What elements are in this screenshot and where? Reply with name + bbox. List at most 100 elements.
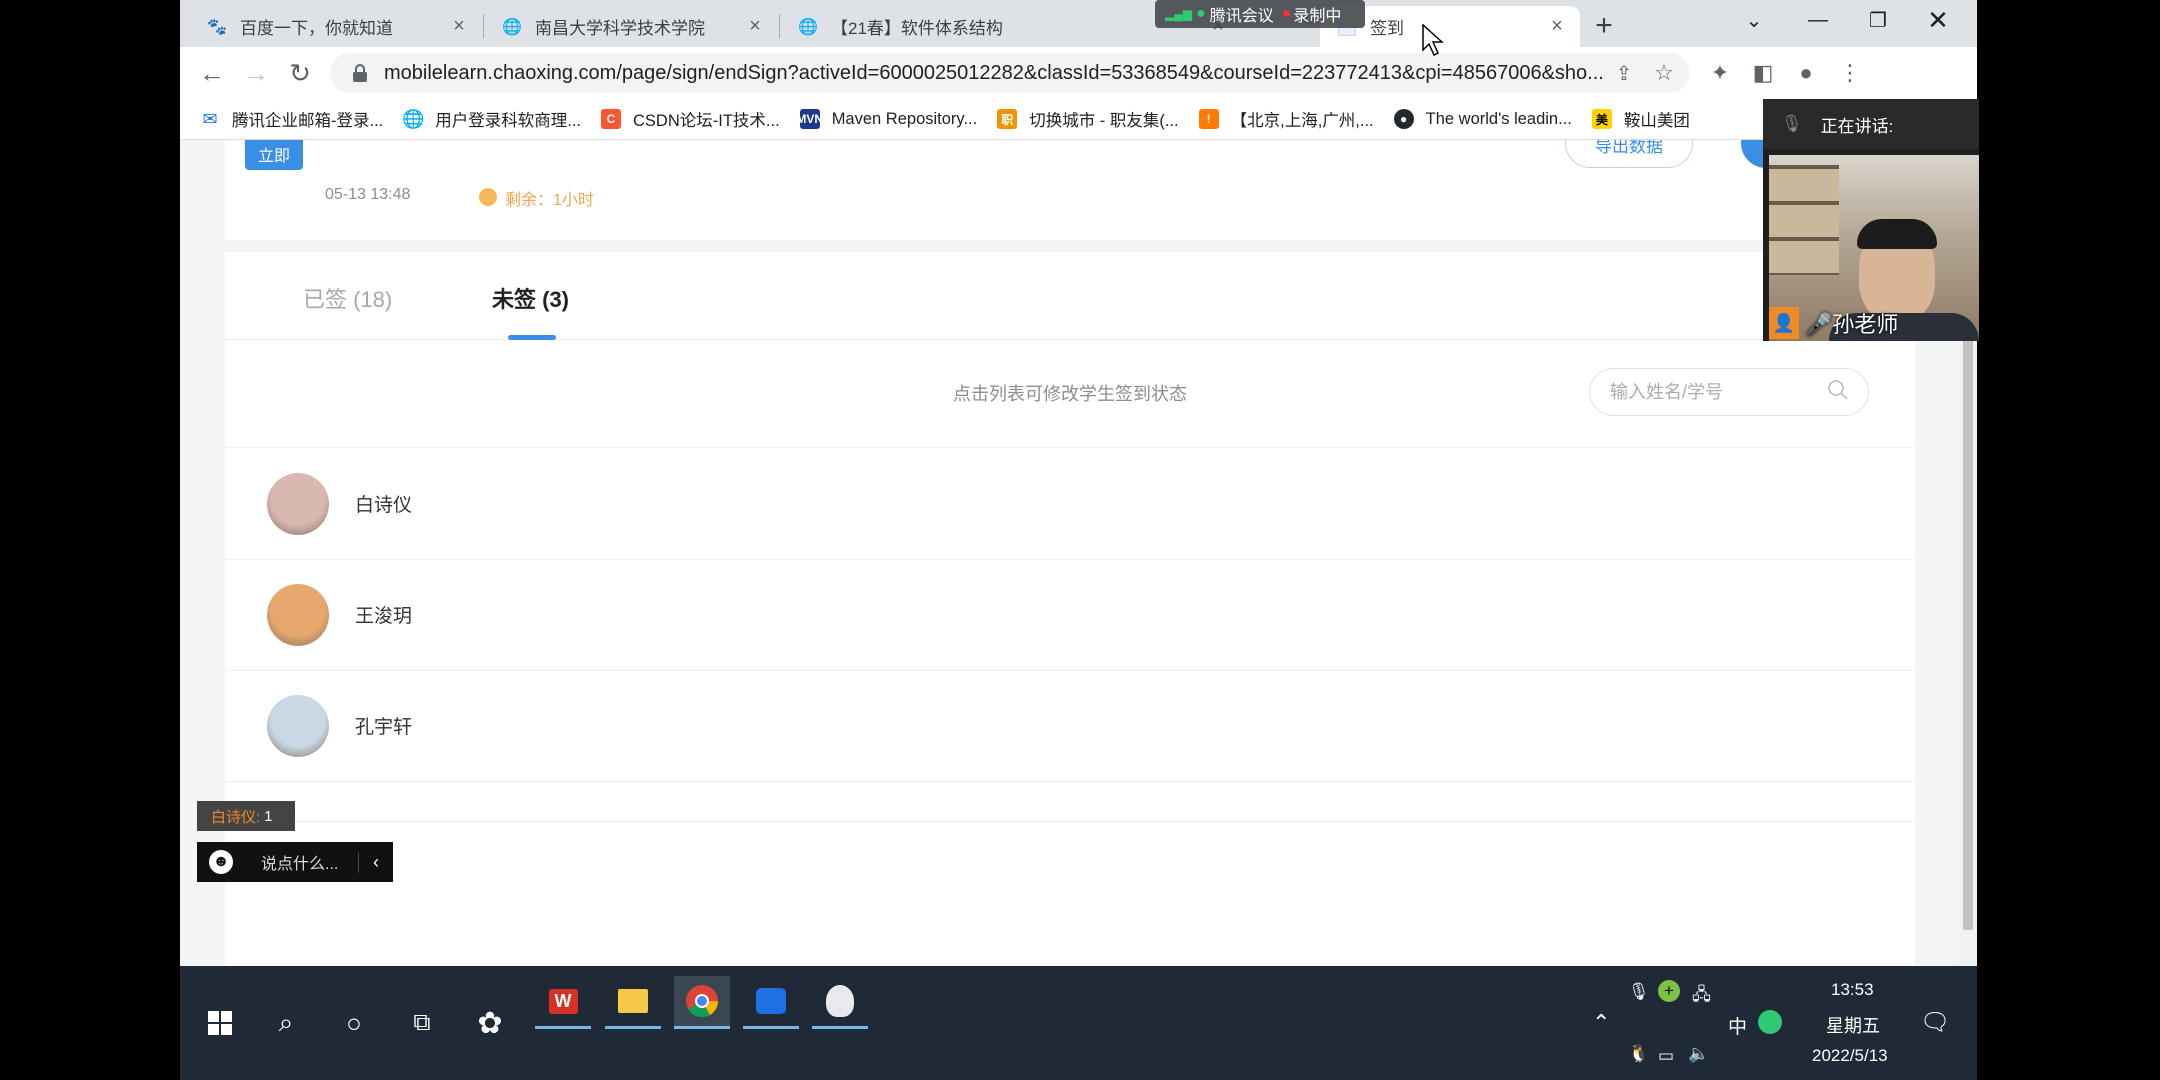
more-menu-icon[interactable]: ⋮ bbox=[1830, 53, 1870, 93]
student-row[interactable]: 白诗仪 bbox=[225, 448, 1915, 560]
mouse-cursor-icon bbox=[1422, 23, 1444, 61]
minimize-icon[interactable]: — bbox=[1790, 0, 1846, 40]
back-arrow-icon[interactable]: ← bbox=[190, 47, 234, 99]
side-panel-icon[interactable]: ◧ bbox=[1743, 53, 1783, 93]
remaining-time: 剩余：1小时 bbox=[505, 192, 594, 209]
chat-input-bar[interactable]: ☻ 说点什么... ‹ bbox=[197, 842, 393, 882]
tab-unsigned[interactable]: 未签 (3) bbox=[492, 282, 569, 314]
speaker-header: 🎙 正在讲话: bbox=[1763, 99, 1979, 149]
restore-icon[interactable]: ❐ bbox=[1850, 0, 1906, 40]
bookmark-item[interactable]: 职切换城市 - 职友集(... bbox=[997, 107, 1179, 131]
reload-icon[interactable]: ↻ bbox=[278, 47, 322, 99]
tab-signed[interactable]: 已签 (18) bbox=[303, 282, 392, 314]
chat-count: 1 bbox=[264, 807, 273, 825]
bookmark-label: 切换城市 - 职友集(... bbox=[1029, 112, 1179, 130]
ime-indicator[interactable]: 中 bbox=[1728, 1012, 1747, 1039]
meeting-status-pill[interactable]: ▂▄▆ ● 腾讯会议 ● 录制中 bbox=[1155, 0, 1365, 28]
clock-date[interactable]: 2022/5/13 bbox=[1812, 1046, 1888, 1066]
bookmark-item[interactable]: ! 【北京,上海,广州,... bbox=[1198, 107, 1374, 131]
new-tab-button[interactable]: + bbox=[1582, 6, 1626, 46]
wps-app-icon[interactable]: W bbox=[535, 976, 591, 1029]
chat-input[interactable]: 说点什么... bbox=[261, 850, 338, 874]
qq-penguin-icon[interactable] bbox=[812, 976, 868, 1029]
profile-avatar-icon[interactable]: ● bbox=[1786, 53, 1826, 93]
meeting-app-label: 腾讯会议 bbox=[1209, 8, 1274, 25]
chat-collapse-chevron-icon[interactable]: ‹ bbox=[358, 851, 393, 873]
user-icon: 👤 bbox=[1769, 307, 1799, 339]
student-avatar bbox=[267, 694, 329, 757]
zhiyouji-icon: 职 bbox=[997, 109, 1018, 129]
sign-datetime: 05-13 13:48 bbox=[325, 186, 411, 203]
microphone-tray-icon[interactable]: 🎙 bbox=[1628, 982, 1650, 1002]
bookmark-item[interactable]: ● The world's leadin... bbox=[1393, 109, 1572, 129]
speaker-name: 🎤孙老师 bbox=[1805, 312, 1899, 337]
url-text[interactable]: mobilelearn.chaoxing.com/page/sign/endSi… bbox=[384, 62, 1604, 85]
recording-label: 录制中 bbox=[1293, 8, 1342, 25]
bookmark-label: Maven Repository... bbox=[831, 109, 978, 128]
close-tab-icon[interactable]: × bbox=[448, 15, 470, 38]
bag-icon: ! bbox=[1198, 109, 1219, 129]
close-tab-icon[interactable]: × bbox=[744, 15, 766, 38]
network-tray-icon[interactable]: 🖧 bbox=[1692, 982, 1711, 1011]
export-data-button[interactable]: 导出数据 bbox=[1565, 140, 1693, 168]
battery-tray-icon[interactable]: ▭ bbox=[1658, 1046, 1674, 1066]
student-name: 王浚玥 bbox=[355, 606, 413, 627]
qq-tray-icon[interactable]: 🐧 bbox=[1628, 1044, 1649, 1064]
bookmark-item[interactable]: ✉ 腾讯企业邮箱-登录... bbox=[200, 107, 383, 131]
maven-icon: MVN bbox=[796, 109, 823, 129]
tab-ncu[interactable]: 🌐 南昌大学科学技术学院 × bbox=[485, 6, 778, 47]
file-explorer-icon[interactable] bbox=[605, 976, 661, 1029]
bookmark-item[interactable]: C CSDN论坛-IT技术... bbox=[601, 107, 780, 131]
signal-bars-icon: ▂▄▆ bbox=[1165, 7, 1192, 21]
share-icon[interactable]: ⇪ bbox=[1604, 61, 1644, 86]
tab-baidu[interactable]: 🐾 百度一下，你就知道 × bbox=[190, 6, 482, 47]
clock-weekday[interactable]: 星期五 bbox=[1826, 1012, 1880, 1038]
chat-sender-name: 白诗仪: bbox=[211, 808, 261, 826]
task-view-icon[interactable]: ⧉ bbox=[394, 966, 450, 1080]
bookshelf-background bbox=[1769, 165, 1839, 275]
student-search-box[interactable] bbox=[1589, 368, 1869, 416]
globe-icon: 🌐 bbox=[798, 18, 818, 36]
clock-icon bbox=[479, 188, 497, 206]
student-search-input[interactable] bbox=[1608, 380, 1812, 404]
close-tab-icon[interactable]: × bbox=[1546, 15, 1568, 38]
flower-app-icon[interactable]: ✿ bbox=[462, 966, 518, 1080]
chrome-icon[interactable] bbox=[674, 976, 730, 1029]
close-window-icon[interactable]: ✕ bbox=[1910, 0, 1966, 40]
forward-arrow-icon[interactable]: → bbox=[234, 47, 278, 99]
tab-search-chevron-icon[interactable]: ⌄ bbox=[1726, 0, 1782, 40]
sign-type-button[interactable]: 立即 bbox=[245, 140, 303, 170]
student-row[interactable]: 孔宇轩 bbox=[225, 670, 1915, 782]
chat-message-badge[interactable]: 白诗仪: 1 bbox=[197, 801, 295, 831]
green-plus-tray-icon[interactable]: + bbox=[1658, 980, 1680, 1002]
cortana-circle-icon[interactable]: ○ bbox=[326, 966, 382, 1080]
start-windows-icon[interactable] bbox=[190, 966, 250, 1080]
speaker-video-panel[interactable]: 🎙 正在讲话: 👤 🎤孙老师 bbox=[1763, 99, 1979, 341]
mic-icon: 🎙 bbox=[1781, 114, 1803, 133]
tencent-meeting-app-icon[interactable] bbox=[743, 976, 799, 1029]
search-icon[interactable]: ⌕ bbox=[258, 966, 314, 1080]
sign-info-card: 立即 05-13 13:48 剩余：1小时 导出数据 bbox=[225, 140, 1915, 240]
mail-icon: ✉ bbox=[202, 108, 218, 129]
page-content: 立即 05-13 13:48 剩余：1小时 导出数据 已签 (18) 未签 (3… bbox=[180, 140, 1977, 966]
browser-toolbar: ← → ↻ mobilelearn.chaoxing.com/page/sign… bbox=[180, 47, 1977, 99]
show-hidden-icons-chevron[interactable]: ⌃ bbox=[1592, 1010, 1610, 1036]
clock-time[interactable]: 13:53 bbox=[1831, 980, 1874, 1000]
csdn-icon: C bbox=[601, 109, 622, 129]
student-row[interactable]: 王浚玥 bbox=[225, 559, 1915, 671]
sogou-ime-icon[interactable] bbox=[1758, 1010, 1782, 1034]
bookmark-label: 【北京,上海,广州,... bbox=[1230, 112, 1374, 130]
bookmark-star-icon[interactable]: ☆ bbox=[1644, 60, 1684, 86]
bookmark-item[interactable]: 🌐 用户登录科软商理... bbox=[402, 107, 581, 131]
search-icon[interactable] bbox=[1826, 378, 1850, 407]
notification-center-icon[interactable]: 🗨 bbox=[1920, 1008, 1950, 1037]
bookmark-item[interactable]: MVN Maven Repository... bbox=[796, 109, 978, 129]
sign-status-tabs: 已签 (18) 未签 (3) bbox=[225, 252, 1915, 340]
bookmark-item[interactable]: 美鞍山美团 bbox=[1591, 107, 1690, 131]
extensions-puzzle-icon[interactable]: ✦ bbox=[1700, 53, 1740, 93]
emoji-icon[interactable]: ☻ bbox=[209, 850, 233, 874]
volume-tray-icon[interactable]: 🔈 bbox=[1688, 1044, 1709, 1064]
address-bar[interactable]: mobilelearn.chaoxing.com/page/sign/endSi… bbox=[330, 53, 1690, 93]
github-icon: ● bbox=[1393, 109, 1414, 129]
globe-icon: 🌐 bbox=[402, 108, 425, 129]
